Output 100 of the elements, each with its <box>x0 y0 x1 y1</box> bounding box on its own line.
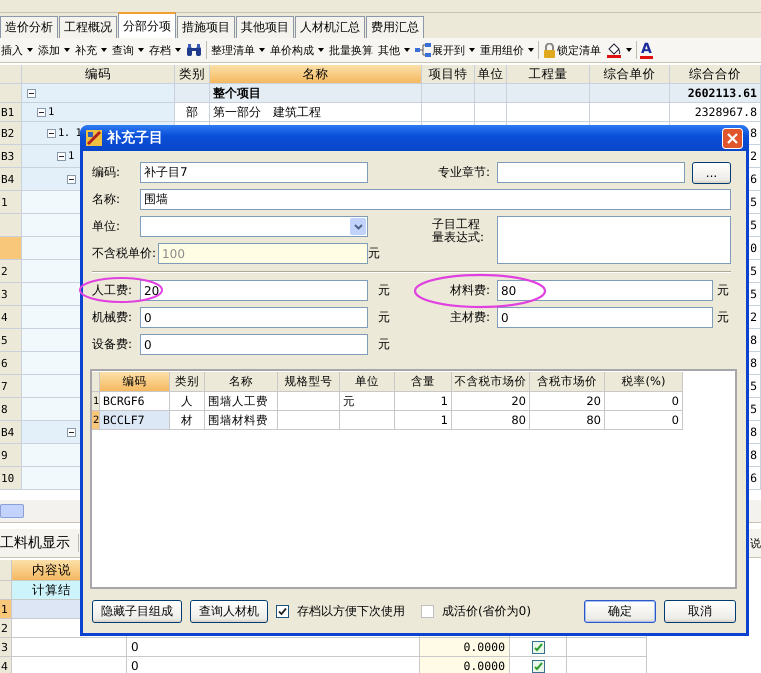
column-header[interactable]: 编码 <box>22 65 175 84</box>
cost-field[interactable]: 0 <box>497 307 713 328</box>
table-cell: 0.0000 <box>420 657 510 673</box>
checkbox[interactable] <box>532 660 544 672</box>
toolbar-button[interactable]: 补充 <box>74 42 108 58</box>
column-header[interactable]: 工程量 <box>507 65 590 84</box>
tab[interactable]: 其他项目 <box>236 16 294 38</box>
table-cell: 第一部分 建筑工程 <box>210 103 422 122</box>
field-label: 子目工程量表达式: <box>432 216 486 246</box>
dialog-button[interactable]: 取消 <box>664 600 736 622</box>
row-header[interactable]: 7 <box>0 375 22 398</box>
row-header[interactable]: 10 <box>0 467 22 490</box>
corner-cell <box>0 65 22 84</box>
toolbar-button[interactable]: 存档 <box>148 42 182 58</box>
row-header[interactable]: 4 <box>0 657 12 673</box>
row-header[interactable]: 2 <box>92 411 100 430</box>
row-header[interactable]: 1 <box>0 600 12 619</box>
toolbar-button[interactable]: 展开到 <box>414 42 476 58</box>
table-cell <box>422 84 475 103</box>
collapse-icon[interactable] <box>67 428 76 436</box>
column-header[interactable]: 含量 <box>395 372 452 392</box>
toolbar-button[interactable]: 重用组价 <box>479 42 535 58</box>
row-header[interactable]: 4 <box>0 306 22 329</box>
cost-field[interactable]: 80 <box>497 280 713 301</box>
row-header[interactable]: 1 <box>0 191 22 214</box>
tab[interactable]: 人材机汇总 <box>295 16 365 38</box>
row-header[interactable]: 1 <box>92 392 100 411</box>
row-header[interactable]: B2 <box>0 122 22 145</box>
row-header[interactable]: 3 <box>0 283 22 306</box>
column-header[interactable]: 税率(%) <box>605 372 683 392</box>
tab[interactable]: 措施项目 <box>177 16 235 38</box>
row-header[interactable]: 5 <box>0 329 22 352</box>
column-header[interactable]: 编码 <box>100 372 170 392</box>
tab[interactable]: 造价分析 <box>0 16 58 38</box>
row-header[interactable]: B4 <box>0 421 22 444</box>
column-header[interactable]: 项目特 <box>422 65 475 84</box>
tab[interactable]: 说 <box>750 536 761 550</box>
column-header[interactable]: 类别 <box>175 65 210 84</box>
close-button[interactable] <box>722 128 743 148</box>
toolbar-button[interactable]: 其他 <box>377 42 411 58</box>
column-header[interactable]: 不含税市场价 <box>452 372 530 392</box>
column-header[interactable]: 综合合价 <box>670 65 761 84</box>
toolbar-button[interactable]: 整理清单 <box>210 42 266 58</box>
column-header[interactable]: 规格型号 <box>278 372 340 392</box>
search-button[interactable] <box>185 44 203 56</box>
checkbox[interactable] <box>532 640 544 654</box>
row-header[interactable]: 2 <box>0 260 22 283</box>
column-header[interactable]: 含税市场价 <box>530 372 605 392</box>
row-header[interactable]: 9 <box>0 444 22 467</box>
fill-color-button[interactable] <box>605 42 633 58</box>
tab[interactable]: 费用汇总 <box>366 16 424 38</box>
collapse-icon[interactable] <box>37 108 46 116</box>
toolbar-button[interactable]: 批量换算 <box>328 42 374 58</box>
row-header[interactable]: 6 <box>0 352 22 375</box>
name-field[interactable]: 围墙 <box>140 189 731 210</box>
column-header[interactable]: 综合单价 <box>590 65 670 84</box>
column-header[interactable]: 名称 <box>210 65 422 84</box>
tab[interactable]: 分部分项 <box>118 12 176 38</box>
table-cell: 80 <box>452 411 530 430</box>
dialog-button[interactable]: 确定 <box>584 600 656 622</box>
row-header[interactable]: 2 <box>0 619 12 638</box>
caret-icon <box>101 48 107 52</box>
collapse-icon[interactable] <box>67 174 76 184</box>
dialog-button[interactable]: 隐藏子目组成 <box>92 600 182 622</box>
cost-field[interactable]: 20 <box>140 280 368 301</box>
row-header[interactable]: 3 <box>0 638 12 657</box>
toolbar-button[interactable]: 插入 <box>0 42 34 58</box>
code-field[interactable]: 补子目7 <box>140 162 368 183</box>
cost-field[interactable]: 0 <box>140 334 368 355</box>
column-header[interactable]: 名称 <box>205 372 278 392</box>
chapter-field[interactable] <box>497 162 685 183</box>
toolbar-button[interactable]: 添加 <box>37 42 71 58</box>
table-cell: 20 <box>530 392 605 411</box>
column-header[interactable]: 单位 <box>340 372 395 392</box>
tab[interactable]: 工料机显示 <box>0 534 79 552</box>
checkbox[interactable] <box>276 604 289 618</box>
collapse-icon[interactable] <box>47 128 56 138</box>
toolbar-button[interactable]: 锁定清单 <box>542 42 602 58</box>
field-label: 专业章节: <box>436 164 491 181</box>
row-header[interactable]: B4 <box>0 168 22 191</box>
row-header[interactable]: 8 <box>0 398 22 421</box>
scrollbar-thumb[interactable] <box>0 504 24 518</box>
row-header[interactable]: B3 <box>0 145 22 168</box>
column-header[interactable]: 类别 <box>170 372 205 392</box>
field-label: 主材费: <box>450 309 490 326</box>
browse-button[interactable]: ... <box>692 162 731 184</box>
row-header[interactable]: B1 <box>0 103 22 122</box>
table-cell: 整个项目 <box>210 84 422 103</box>
toolbar-button[interactable]: 查询 <box>111 42 145 58</box>
toolbar-button[interactable]: 单价构成 <box>269 42 325 58</box>
expression-field[interactable] <box>497 216 731 264</box>
collapse-icon[interactable] <box>27 88 36 98</box>
table-cell: 2328967.8 <box>670 103 761 122</box>
column-header[interactable]: 单位 <box>475 65 507 84</box>
font-color-button[interactable]: A <box>640 42 653 58</box>
cost-field[interactable]: 0 <box>140 307 368 328</box>
collapse-icon[interactable] <box>57 152 66 160</box>
unit-dropdown[interactable] <box>140 216 368 237</box>
tab[interactable]: 工程概况 <box>59 16 117 38</box>
dialog-button[interactable]: 查询人材机 <box>190 600 268 622</box>
